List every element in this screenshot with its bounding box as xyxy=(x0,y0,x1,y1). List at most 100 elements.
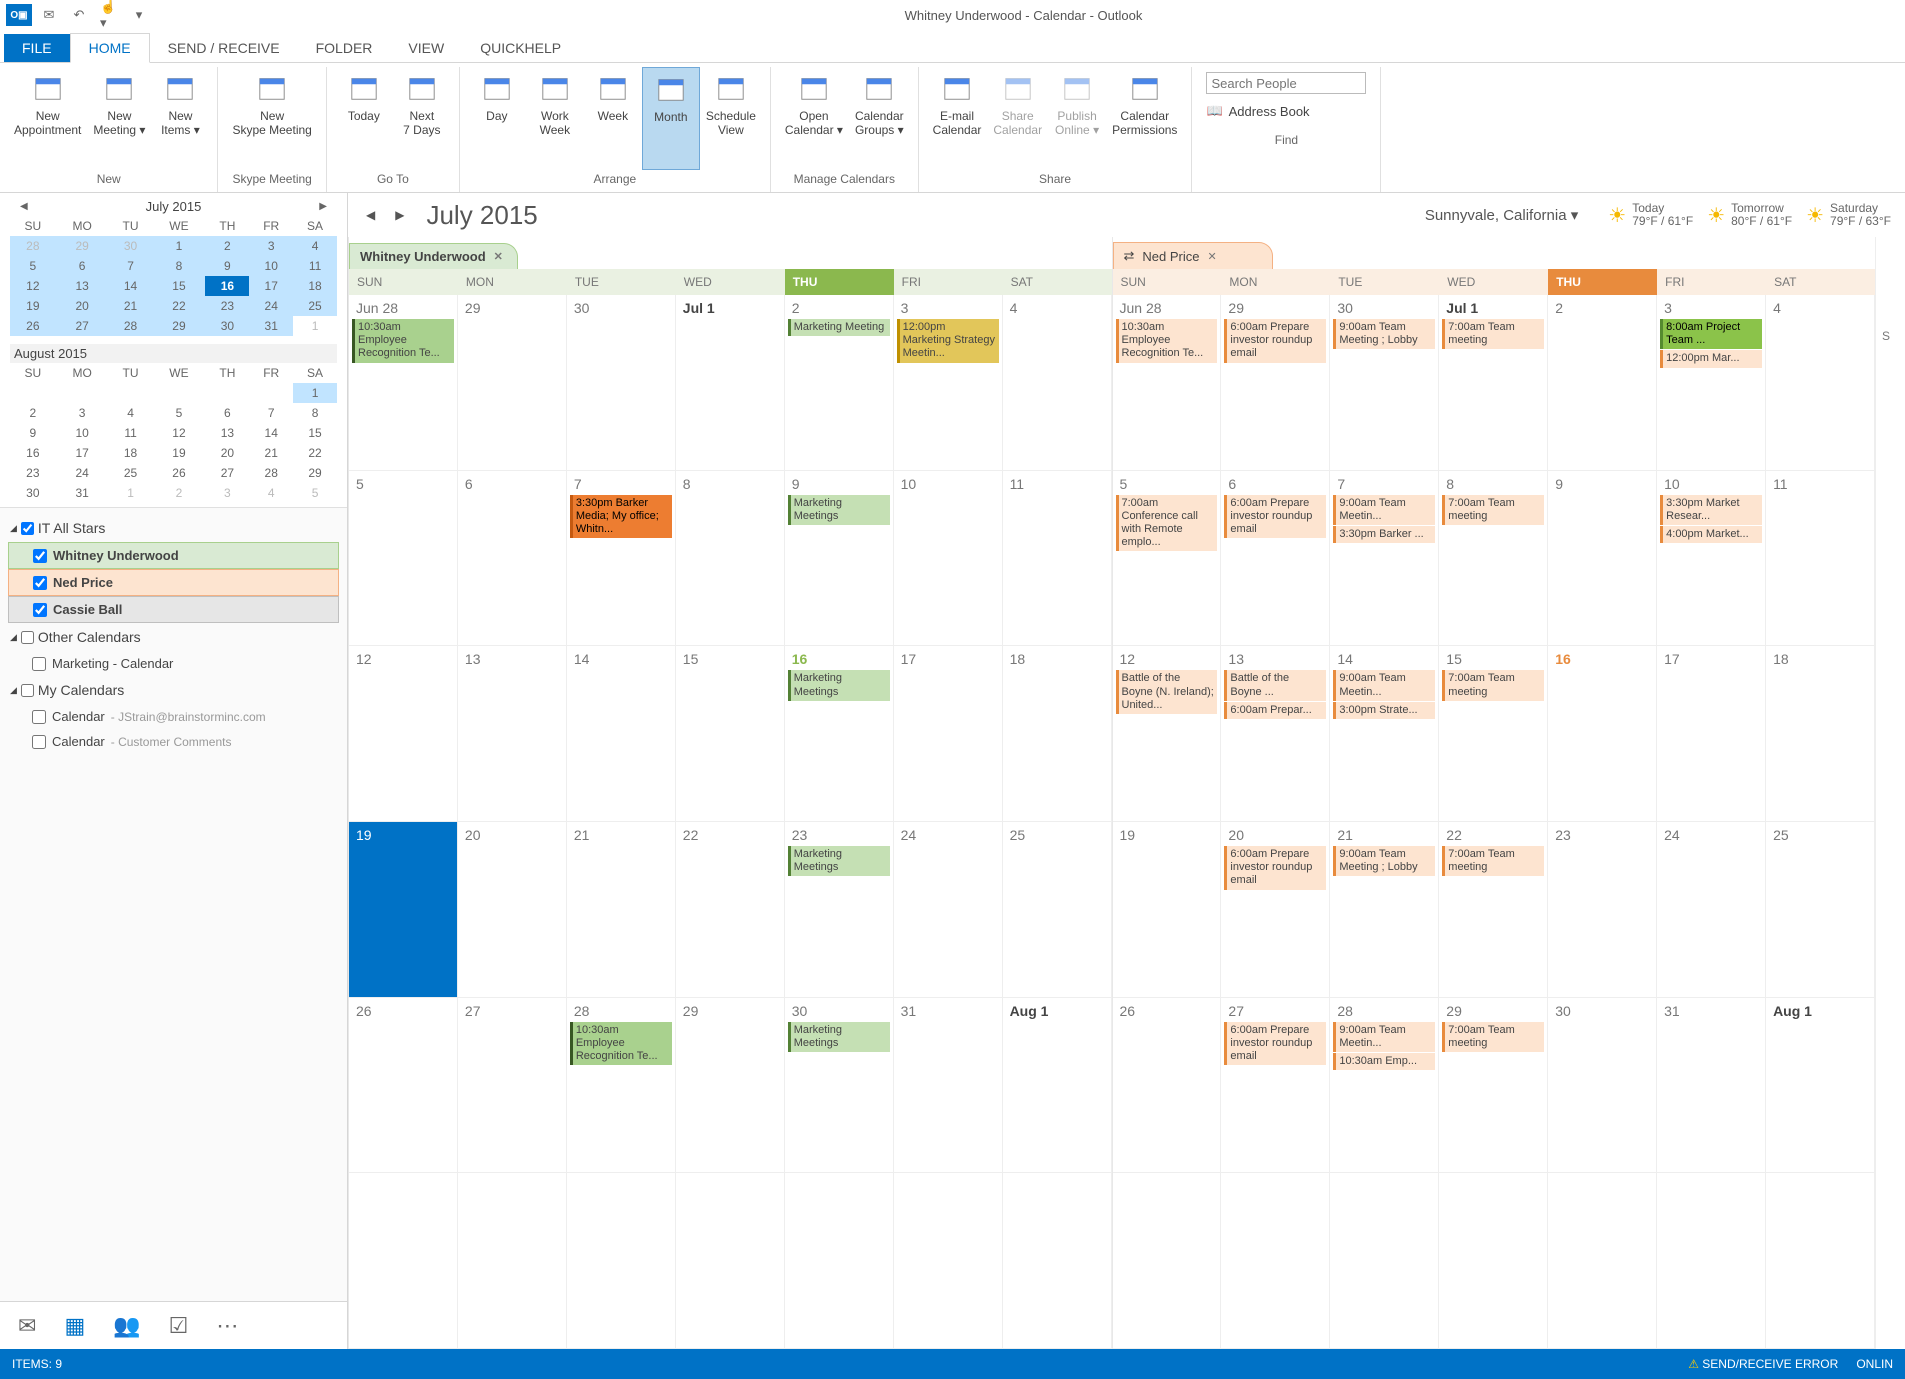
mini-day[interactable]: 18 xyxy=(109,443,153,463)
tasks-icon[interactable]: ☑ xyxy=(169,1313,189,1339)
day-cell[interactable]: 276:00am Prepare investor roundup email xyxy=(1221,998,1330,1174)
calendar-event[interactable]: 8:00am Project Team ... xyxy=(1660,319,1762,349)
mini-day[interactable]: 29 xyxy=(56,236,109,256)
ribbon-work-week-button[interactable]: WorkWeek xyxy=(526,67,584,170)
day-cell[interactable]: 149:00am Team Meetin...3:00pm Strate... xyxy=(1330,646,1439,822)
mini-day[interactable]: 25 xyxy=(293,296,337,316)
ribbon-new-skype-meeting-button[interactable]: NewSkype Meeting xyxy=(226,67,317,170)
mini-day[interactable]: 15 xyxy=(152,276,205,296)
calendar-event[interactable]: 4:00pm Market... xyxy=(1660,526,1762,543)
mini-day[interactable]: 1 xyxy=(109,483,153,503)
day-cell[interactable]: 8 xyxy=(676,471,785,647)
mini-day[interactable]: 23 xyxy=(205,296,249,316)
tab-quickhelp[interactable]: QUICKHELP xyxy=(462,34,579,62)
weather-day[interactable]: ☀Tomorrow80°F / 61°F xyxy=(1707,202,1792,228)
send-receive-icon[interactable]: ✉ xyxy=(40,6,58,24)
mini-day[interactable]: 5 xyxy=(152,403,205,423)
day-cell[interactable]: 19 xyxy=(1113,822,1222,998)
mini-day[interactable]: 25 xyxy=(109,463,153,483)
mini-day[interactable]: 1 xyxy=(293,316,337,336)
day-cell[interactable]: 297:00am Team meeting xyxy=(1439,998,1548,1174)
day-cell[interactable] xyxy=(567,1173,676,1349)
close-icon[interactable]: ✕ xyxy=(1207,250,1216,263)
day-cell[interactable]: 30 xyxy=(567,295,676,471)
mini-day[interactable]: 19 xyxy=(10,296,56,316)
mini-day[interactable]: 4 xyxy=(293,236,337,256)
undo-icon[interactable]: ↶ xyxy=(70,6,88,24)
day-cell[interactable]: 5 xyxy=(349,471,458,647)
day-cell[interactable]: 19 xyxy=(349,822,458,998)
mini-day[interactable]: 22 xyxy=(293,443,337,463)
calendar-checkbox[interactable] xyxy=(33,576,47,590)
calendar-event[interactable]: 7:00am Conference call with Remote emplo… xyxy=(1116,495,1218,552)
day-cell[interactable]: 31 xyxy=(894,998,1003,1174)
mini-day[interactable]: 10 xyxy=(56,423,109,443)
day-cell[interactable]: 206:00am Prepare investor roundup email xyxy=(1221,822,1330,998)
day-cell[interactable]: 4 xyxy=(1003,295,1112,471)
mini-day[interactable]: 4 xyxy=(109,403,153,423)
mini-day[interactable]: 6 xyxy=(56,256,109,276)
touch-mode-icon[interactable]: ☝▾ xyxy=(100,6,118,24)
status-error[interactable]: SEND/RECEIVE ERROR xyxy=(1688,1357,1838,1371)
calendar-icon[interactable]: ▦ xyxy=(64,1313,85,1339)
calendar-event[interactable]: 3:30pm Barker ... xyxy=(1333,526,1435,543)
mini-day[interactable]: 3 xyxy=(249,236,293,256)
calendar-event[interactable]: Battle of the Boyne ... xyxy=(1224,670,1326,700)
day-cell[interactable]: 29 xyxy=(458,295,567,471)
mini-day[interactable]: 30 xyxy=(109,236,153,256)
day-cell[interactable]: 296:00am Prepare investor roundup email xyxy=(1221,295,1330,471)
day-cell[interactable]: 13 xyxy=(458,646,567,822)
day-cell[interactable]: 2Marketing Meeting xyxy=(785,295,894,471)
day-cell[interactable]: 14 xyxy=(567,646,676,822)
calendar-tab[interactable]: ⇄Ned Price✕ xyxy=(1113,242,1273,269)
day-cell[interactable]: 6 xyxy=(458,471,567,647)
day-cell[interactable]: 22 xyxy=(676,822,785,998)
next-month-icon[interactable]: ▶ xyxy=(391,208,408,222)
calendar-item[interactable]: Whitney Underwood xyxy=(8,542,339,569)
weather-day[interactable]: ☀Saturday79°F / 63°F xyxy=(1806,202,1891,228)
mini-day[interactable]: 2 xyxy=(10,403,56,423)
mini-day[interactable]: 2 xyxy=(205,236,249,256)
calendar-event[interactable]: 10:30am Employee Recognition Te... xyxy=(1116,319,1218,363)
group-checkbox[interactable] xyxy=(21,631,34,644)
calendar-checkbox[interactable] xyxy=(33,549,47,563)
mini-day[interactable]: 29 xyxy=(152,316,205,336)
day-cell[interactable]: 12Battle of the Boyne (N. Ireland); Unit… xyxy=(1113,646,1222,822)
day-cell[interactable]: 87:00am Team meeting xyxy=(1439,471,1548,647)
day-cell[interactable] xyxy=(894,1173,1003,1349)
day-cell[interactable] xyxy=(1003,1173,1112,1349)
mini-day[interactable]: 15 xyxy=(293,423,337,443)
calendar-event[interactable]: 3:30pm Barker Media; My office; Whitn... xyxy=(570,495,672,539)
day-cell[interactable]: 30 xyxy=(1548,998,1657,1174)
calendar-event[interactable]: Battle of the Boyne (N. Ireland); United… xyxy=(1116,670,1218,714)
ribbon-calendar-permissions-button[interactable]: CalendarPermissions xyxy=(1106,67,1183,170)
calendar-event[interactable]: 3:00pm Strate... xyxy=(1333,702,1435,719)
day-cell[interactable]: 20 xyxy=(458,822,567,998)
calendar-event[interactable]: 9:00am Team Meetin... xyxy=(1333,670,1435,700)
mini-day[interactable]: 20 xyxy=(56,296,109,316)
mini-day[interactable]: 17 xyxy=(56,443,109,463)
mini-day[interactable]: 17 xyxy=(249,276,293,296)
tab-view[interactable]: VIEW xyxy=(390,34,462,62)
day-cell[interactable]: 57:00am Conference call with Remote empl… xyxy=(1113,471,1222,647)
mini-day[interactable]: 16 xyxy=(10,443,56,463)
mini-day[interactable] xyxy=(249,383,293,403)
ribbon-month-button[interactable]: Month xyxy=(642,67,700,170)
mini-day[interactable]: 30 xyxy=(205,316,249,336)
calendar-event[interactable]: 12:00pm Marketing Strategy Meetin... xyxy=(897,319,999,363)
calendar-item[interactable]: Calendar - Customer Comments xyxy=(8,729,339,754)
mini-day[interactable]: 7 xyxy=(109,256,153,276)
calendar-checkbox[interactable] xyxy=(32,735,46,749)
mini-day[interactable]: 13 xyxy=(56,276,109,296)
mini-day[interactable]: 6 xyxy=(205,403,249,423)
calendar-event[interactable]: 12:00pm Mar... xyxy=(1660,350,1762,367)
calendar-item[interactable]: Cassie Ball xyxy=(8,596,339,623)
weather-day[interactable]: ☀Today79°F / 61°F xyxy=(1608,202,1693,228)
calendar-event[interactable]: Marketing Meetings xyxy=(788,846,890,876)
day-cell[interactable]: 26 xyxy=(1113,998,1222,1174)
calendar-event[interactable]: 9:00am Team Meetin... xyxy=(1333,1022,1435,1052)
day-cell[interactable]: 30Marketing Meetings xyxy=(785,998,894,1174)
day-cell[interactable]: Jun 2810:30am Employee Recognition Te... xyxy=(1113,295,1222,471)
day-cell[interactable]: 15 xyxy=(676,646,785,822)
calendar-checkbox[interactable] xyxy=(32,657,46,671)
